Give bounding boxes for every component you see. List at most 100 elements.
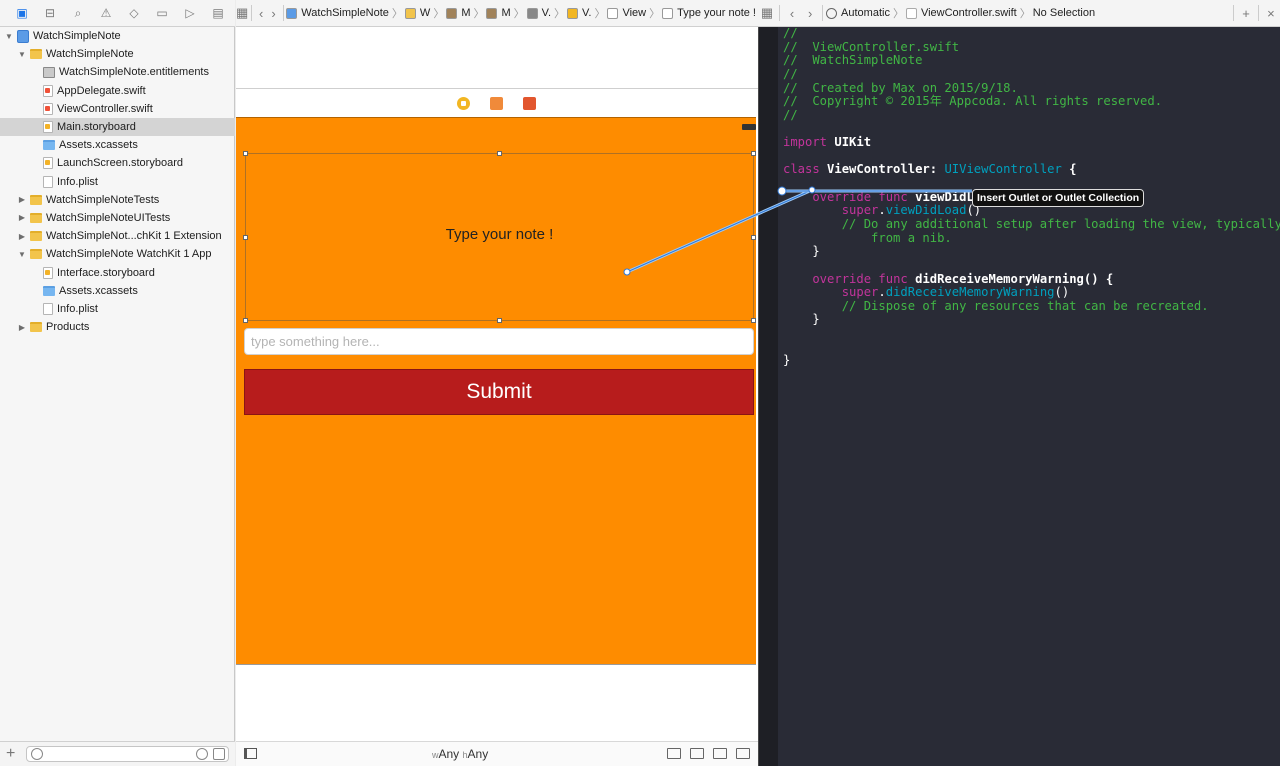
code-line[interactable] [783, 122, 1278, 136]
tree-item[interactable]: Info.plist [0, 300, 235, 318]
tree-item[interactable]: Info.plist [0, 173, 235, 191]
breadcrumb-item[interactable]: W 〉 [404, 5, 444, 21]
search-icon[interactable]: ⌕ [64, 0, 92, 27]
tree-item[interactable]: AppDelegate.swift [0, 82, 235, 100]
code-line[interactable]: override func didReceiveMemoryWarning() … [783, 272, 1278, 287]
add-editor-button[interactable]: + [1237, 6, 1255, 21]
breadcrumb-item[interactable]: WatchSimpleNote 〉 [286, 5, 403, 21]
code-line[interactable]: import UIKit [783, 135, 1278, 150]
debug-icon[interactable]: ▭ [148, 0, 176, 27]
stack-icon[interactable] [667, 748, 681, 759]
code-line[interactable]: // ViewController.swift [783, 40, 1278, 55]
document-outline-toggle-icon[interactable] [244, 748, 257, 759]
disclosure-triangle-icon[interactable]: ▼ [4, 32, 14, 41]
view-controller-icon[interactable] [456, 96, 470, 110]
assistant-mode-selector[interactable]: Automatic 〉 [826, 5, 904, 21]
report-icon[interactable]: ▤ [204, 0, 232, 27]
resize-handle[interactable] [243, 318, 248, 323]
disclosure-triangle-icon[interactable]: ▼ [17, 250, 27, 259]
exit-icon[interactable] [522, 96, 536, 110]
code-line[interactable] [783, 341, 1278, 355]
code-line[interactable]: super.didReceiveMemoryWarning() [783, 285, 1278, 300]
code-line[interactable]: // Dispose of any resources that can be … [783, 299, 1278, 314]
disclosure-triangle-icon[interactable]: ▶ [17, 213, 27, 222]
breakpoint-icon[interactable]: ▷ [176, 0, 204, 27]
code-line[interactable]: from a nib. [783, 231, 1278, 246]
symbol-crumb[interactable]: No Selection [1033, 7, 1095, 19]
code-line[interactable]: } [783, 354, 1278, 368]
breadcrumb-item[interactable]: V. 〉 [567, 5, 605, 21]
add-file-button[interactable]: + [6, 745, 15, 763]
resize-handle[interactable] [497, 151, 502, 156]
disclosure-triangle-icon[interactable]: ▶ [17, 323, 27, 332]
tree-item[interactable]: Assets.xcassets [0, 282, 235, 300]
navigator-toolbar: ▣ ⊟ ⌕ ⚠ ◇ ▭ ▷ ▤ [0, 0, 235, 27]
code-line[interactable]: // [783, 26, 1278, 41]
code-line[interactable] [783, 150, 1278, 164]
resize-handle[interactable] [243, 151, 248, 156]
submit-button[interactable]: Submit [244, 369, 754, 415]
code-line[interactable]: // Copyright © 2015年 Appcoda. All rights… [783, 94, 1278, 109]
tree-item[interactable]: LaunchScreen.storyboard [0, 154, 235, 172]
code-line[interactable]: } [783, 313, 1278, 327]
related-items-icon[interactable]: ▦ [236, 5, 248, 21]
breadcrumb-item[interactable]: Type your note ! [662, 7, 756, 19]
tree-item[interactable]: ▼ WatchSimpleNote [0, 27, 235, 45]
breadcrumb-item[interactable]: View 〉 [607, 5, 660, 21]
view-controller-scene[interactable]: Type your note ! type something here... … [236, 117, 756, 665]
tree-item[interactable]: WatchSimpleNote.entitlements [0, 63, 235, 81]
test-icon[interactable]: ◇ [120, 0, 148, 27]
code-line[interactable]: // WatchSimpleNote [783, 53, 1278, 68]
recent-files-icon[interactable] [196, 748, 208, 760]
first-responder-icon[interactable] [489, 96, 503, 110]
tree-item[interactable]: ViewController.swift [0, 100, 235, 118]
breadcrumb-item[interactable]: M 〉 [486, 5, 525, 21]
code-line[interactable] [783, 327, 1278, 341]
disclosure-triangle-icon[interactable]: ▼ [17, 50, 27, 59]
forward-button[interactable]: › [267, 6, 279, 21]
back-button[interactable]: ‹ [255, 6, 267, 21]
tree-item[interactable]: ▶ Products [0, 318, 235, 336]
tree-item[interactable]: ▼ WatchSimpleNote [0, 45, 235, 63]
warning-hierarchy-icon[interactable]: ⊟ [36, 0, 64, 27]
tree-item[interactable]: ▼ WatchSimpleNote WatchKit 1 App [0, 245, 235, 263]
canvas-jump-bar: ▦ ‹ › WatchSimpleNote 〉 W 〉 M 〉 M 〉 V. 〉 V. 〉 View 〉 T… [236, 0, 758, 27]
file-crumb[interactable]: ViewController.swift 〉 [905, 5, 1031, 21]
code-line[interactable]: // [783, 108, 1278, 123]
editor-splitter[interactable] [758, 0, 778, 766]
code-line[interactable]: // Created by Max on 2015/9/18. [783, 81, 1278, 96]
tree-item[interactable]: ▶ WatchSimpleNoteTests [0, 191, 235, 209]
note-label[interactable]: Type your note ! [245, 226, 754, 243]
resolve-issues-icon[interactable] [736, 748, 750, 759]
tree-item[interactable]: Main.storyboard [0, 117, 235, 137]
resize-handle[interactable] [751, 151, 756, 156]
code-line[interactable] [783, 259, 1278, 273]
back-button[interactable]: ‹ [783, 6, 801, 21]
breadcrumb-item[interactable]: V. 〉 [526, 5, 565, 21]
breadcrumb-item[interactable]: M 〉 [446, 5, 484, 21]
close-editor-icon[interactable]: × [1262, 6, 1280, 21]
pin-icon[interactable] [713, 748, 727, 759]
folder-icon[interactable]: ▣ [8, 0, 36, 27]
size-class-control[interactable]: wAny hAny [432, 747, 488, 761]
tree-item[interactable]: ▶ WatchSimpleNoteUITests [0, 209, 235, 227]
code-line[interactable]: // [783, 67, 1278, 82]
disclosure-triangle-icon[interactable]: ▶ [17, 195, 27, 204]
disclosure-triangle-icon[interactable]: ▶ [17, 232, 27, 241]
tree-item[interactable]: Assets.xcassets [0, 136, 235, 154]
forward-button[interactable]: › [801, 6, 819, 21]
navigator-filter-input[interactable] [26, 746, 229, 762]
code-line[interactable]: // Do any additional setup after loading… [783, 217, 1280, 232]
scm-filter-icon[interactable] [213, 748, 225, 760]
interface-builder-canvas[interactable]: ▦ ‹ › WatchSimpleNote 〉 W 〉 M 〉 M 〉 V. 〉 V. 〉 View 〉 T… [236, 0, 758, 766]
resize-handle[interactable] [497, 318, 502, 323]
code-line[interactable]: class ViewController: UIViewController { [783, 163, 1278, 177]
resize-handle[interactable] [751, 318, 756, 323]
issue-icon[interactable]: ⚠ [92, 0, 120, 27]
tree-item[interactable]: ▶ WatchSimpleNot...chKit 1 Extension [0, 227, 235, 245]
related-items-icon[interactable]: ▦ [758, 5, 776, 21]
align-icon[interactable] [690, 748, 704, 759]
code-line[interactable]: } [783, 244, 1278, 259]
note-text-field[interactable]: type something here... [244, 328, 754, 355]
tree-item[interactable]: Interface.storyboard [0, 263, 235, 281]
